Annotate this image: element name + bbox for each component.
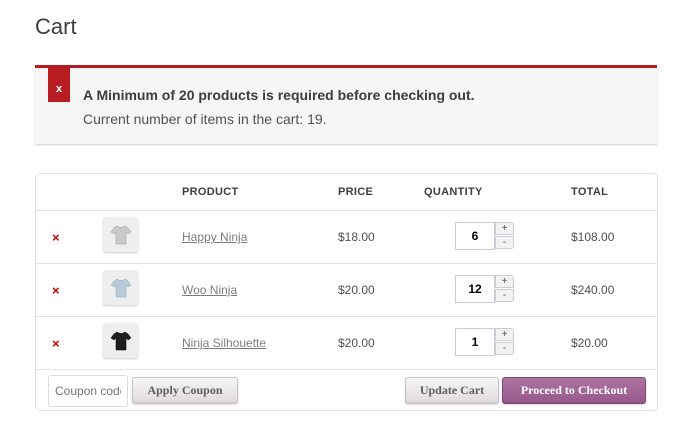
line-total: $108.00: [571, 230, 615, 244]
page-title: Cart: [35, 14, 77, 39]
header-product: PRODUCT: [182, 186, 239, 198]
product-link[interactable]: Woo Ninja: [182, 283, 237, 297]
remove-item-button[interactable]: ×: [52, 336, 60, 351]
product-thumbnail[interactable]: [103, 270, 138, 305]
product-price: $20.00: [338, 283, 375, 297]
header-quantity: QUANTITY: [424, 186, 483, 198]
quantity-input[interactable]: 1: [455, 328, 495, 356]
header-price: PRICE: [338, 186, 374, 198]
tshirt-icon: [110, 331, 131, 350]
quantity-decrease-button[interactable]: -: [495, 289, 514, 302]
product-price: $20.00: [338, 336, 375, 350]
quantity-input[interactable]: 6: [455, 222, 495, 250]
remove-item-button[interactable]: ×: [52, 230, 60, 245]
product-price: $18.00: [338, 230, 375, 244]
quantity-increase-button[interactable]: +: [495, 222, 514, 235]
notice-message: A Minimum of 20 products is required bef…: [83, 87, 475, 103]
proceed-to-checkout-button[interactable]: Proceed to Checkout: [502, 377, 646, 404]
quantity-increase-button[interactable]: +: [495, 328, 514, 341]
tshirt-icon: [110, 278, 131, 297]
error-notice: x A Minimum of 20 products is required b…: [35, 65, 657, 144]
table-row: × Ninja Silhouette $20.00 1 + - $20.00: [36, 316, 657, 370]
header-total: TOTAL: [571, 186, 609, 198]
update-cart-button[interactable]: Update Cart: [405, 377, 499, 404]
quantity-decrease-button[interactable]: -: [495, 342, 514, 355]
table-row: × Happy Ninja $18.00 6 + - $108.00: [36, 210, 657, 264]
product-thumbnail[interactable]: [103, 217, 138, 252]
line-total: $240.00: [571, 283, 615, 297]
remove-item-button[interactable]: ×: [52, 283, 60, 298]
coupon-code-input[interactable]: [48, 375, 128, 407]
line-total: $20.00: [571, 336, 608, 350]
table-row: × Woo Ninja $20.00 12 + - $240.00: [36, 263, 657, 317]
cart-table: PRODUCT PRICE QUANTITY TOTAL × Happy Nin…: [35, 173, 658, 411]
product-link[interactable]: Ninja Silhouette: [182, 336, 266, 350]
actions-divider: [36, 369, 657, 370]
quantity-increase-button[interactable]: +: [495, 275, 514, 288]
product-link[interactable]: Happy Ninja: [182, 230, 247, 244]
notice-detail: Current number of items in the cart: 19.: [83, 111, 327, 127]
product-thumbnail[interactable]: [103, 323, 138, 358]
tshirt-icon: [110, 225, 131, 244]
apply-coupon-button[interactable]: Apply Coupon: [132, 377, 238, 404]
error-icon: x: [48, 65, 70, 102]
quantity-input[interactable]: 12: [455, 275, 495, 303]
quantity-decrease-button[interactable]: -: [495, 236, 514, 249]
